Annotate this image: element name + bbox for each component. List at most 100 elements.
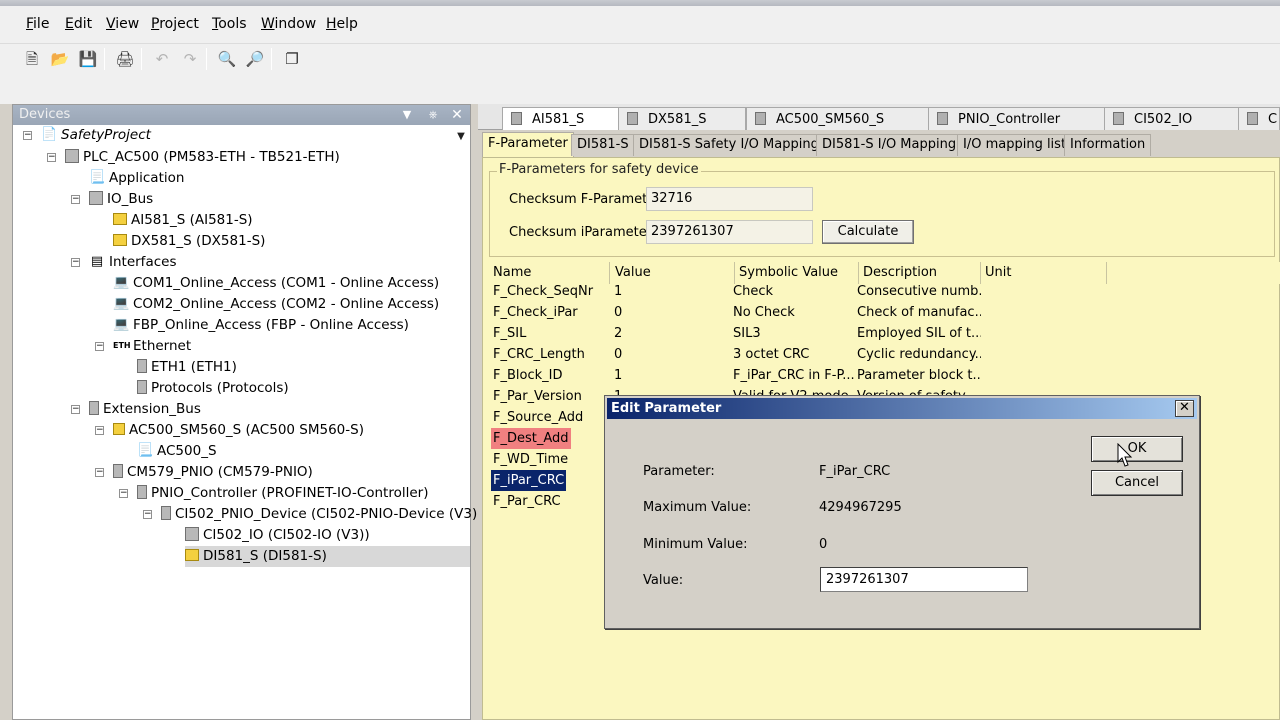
menu-help[interactable]: Help	[326, 16, 358, 32]
checksum-i-field: 2397261307	[646, 220, 813, 244]
collapse-icon[interactable]: −	[95, 342, 104, 351]
tab-io-mapping[interactable]: DI581-S I/O Mapping	[816, 134, 963, 156]
tab-device-icon	[755, 112, 766, 125]
collapse-icon[interactable]: −	[71, 258, 80, 267]
tree-item-ai581[interactable]: AI581_S (AI581-S)	[113, 210, 253, 231]
save-icon[interactable]: 💾	[78, 48, 98, 70]
f-parameters-group	[489, 171, 1275, 257]
close-icon[interactable]: ✕	[449, 105, 465, 125]
tree-item-com2[interactable]: 💻 COM2_Online_Access (COM2 - Online Acces…	[113, 294, 439, 315]
tree-item-di581[interactable]: DI581_S (DI581-S)	[185, 546, 470, 567]
tree-item-ac500-s[interactable]: 📃 AC500_S	[137, 441, 217, 462]
tab-overflow[interactable]: C	[1238, 107, 1280, 130]
collapse-icon[interactable]: −	[71, 405, 80, 414]
collapse-icon[interactable]: −	[143, 510, 152, 519]
find-replace-icon[interactable]: 🔎	[245, 48, 265, 70]
checksum-f-label: Checksum F-Parameter:	[509, 192, 665, 207]
tree-item-extension-bus[interactable]: Extension_Bus	[89, 399, 201, 420]
table-row[interactable]: F_Check_SeqNr 1 Check Consecutive numb...	[489, 281, 1009, 302]
tree-item-fbp[interactable]: 💻 FBP_Online_Access (FBP - Online Access)	[113, 315, 409, 336]
tab-information[interactable]: Information	[1064, 134, 1152, 156]
tree-item-ci502-io[interactable]: CI502_IO (CI502-IO (V3))	[185, 525, 370, 546]
table-row[interactable]: F_Check_iPar 0 No Check Check of manufac...	[489, 302, 1009, 323]
tab-ai581-s[interactable]: AI581_S	[502, 107, 624, 130]
table-row[interactable]: F_Block_ID 1 F_iPar_CRC in F-P... Parameter…	[489, 365, 1009, 386]
menu-view[interactable]: View	[106, 16, 139, 32]
tree-item-com1[interactable]: 💻 COM1_Online_Access (COM1 - Online Acces…	[113, 273, 439, 294]
redo-icon[interactable]: ↷	[180, 48, 200, 70]
ok-button[interactable]: OK	[1091, 436, 1183, 462]
tree-item-application[interactable]: 📃 Application	[89, 168, 184, 189]
online-access-icon: 💻	[113, 296, 130, 311]
undo-icon[interactable]: ↶	[152, 48, 172, 70]
value-input[interactable]	[820, 567, 1028, 592]
devices-panel: Devices ▼ ⎈ ✕ ▼ − 📄 SafetyProject − PLC_A…	[12, 104, 482, 720]
tree-item-io-bus[interactable]: IO_Bus	[89, 189, 153, 210]
port-icon	[137, 358, 147, 373]
tree-item-ethernet[interactable]: ETH Ethernet	[113, 336, 191, 357]
devices-panel-title: Devices	[19, 107, 71, 122]
tab-device-icon	[627, 112, 638, 125]
tree-item-safetyproject[interactable]: 📄 SafetyProject	[41, 125, 151, 146]
table-row[interactable]: F_CRC_Length 0 3 octet CRC Cyclic redundanc…	[489, 344, 1009, 365]
find-icon[interactable]: 🔍	[217, 48, 237, 70]
tab-ci502-io[interactable]: CI502_IO	[1104, 107, 1240, 130]
collapse-icon[interactable]: −	[23, 131, 32, 140]
interfaces-icon: ▤	[90, 254, 104, 269]
menu-project[interactable]: Project	[151, 16, 199, 32]
mouse-cursor-icon	[1117, 443, 1133, 467]
tree-item-interfaces[interactable]: ▤ Interfaces	[89, 252, 177, 273]
checksum-i-label: Checksum iParameter:	[509, 225, 657, 240]
dialog-title: Edit Parameter	[611, 401, 722, 416]
tree-item-eth1[interactable]: ETH1 (ETH1)	[137, 357, 237, 378]
tab-dx581-s[interactable]: DX581_S	[618, 107, 746, 130]
max-value: 4294967295	[819, 500, 902, 515]
value-label: Value:	[643, 573, 684, 588]
toolbar-separator	[206, 48, 207, 70]
collapse-icon[interactable]: −	[95, 468, 104, 477]
tab-di581-s[interactable]: DI581-S	[571, 134, 635, 156]
tree-item-dx581[interactable]: DX581_S (DX581-S)	[113, 231, 265, 252]
min-value-label: Minimum Value:	[643, 537, 748, 552]
tab-pnio-controller[interactable]: PNIO_Controller	[928, 107, 1106, 130]
module-icon	[185, 548, 199, 561]
max-value-label: Maximum Value:	[643, 500, 752, 515]
collapse-icon[interactable]: −	[71, 195, 80, 204]
bus-icon	[89, 400, 99, 415]
tree-item-ci502-device[interactable]: CI502_PNIO_Device (CI502-PNIO-Device (V3…	[161, 504, 482, 525]
tab-safety-io-mapping[interactable]: DI581-S Safety I/O Mapping	[633, 134, 825, 156]
menu-window[interactable]: Window	[261, 16, 316, 32]
device-icon	[161, 505, 171, 520]
tree-item-sm560[interactable]: AC500_SM560_S (AC500 SM560-S)	[113, 420, 364, 441]
collapse-icon[interactable]: −	[47, 153, 56, 162]
tree-item-protocols[interactable]: Protocols (Protocols)	[137, 378, 289, 399]
new-file-icon[interactable]: 🗎	[22, 48, 42, 70]
tree-item-pnio-controller[interactable]: PNIO_Controller (PROFINET-IO-Controller)	[137, 483, 429, 504]
tree-dropdown-icon[interactable]: ▼	[453, 127, 469, 147]
menu-edit[interactable]: Edit	[65, 16, 92, 32]
dialog-close-icon[interactable]: ✕	[1175, 400, 1194, 417]
open-folder-icon[interactable]: 📂	[50, 48, 70, 70]
collapse-icon[interactable]: −	[95, 426, 104, 435]
tab-f-parameter[interactable]: F-Parameter	[482, 132, 574, 157]
copy-window-icon[interactable]: ❐	[282, 48, 302, 70]
calculate-button[interactable]: Calculate	[822, 220, 914, 244]
menu-file[interactable]: File	[26, 16, 49, 32]
tab-ac500-sm560-s[interactable]: AC500_SM560_S	[746, 107, 930, 130]
panel-dropdown-icon[interactable]: ▼	[399, 105, 415, 125]
menu-bar: File Edit View Project Tools Window Help	[0, 6, 1280, 44]
online-access-icon: 💻	[113, 317, 130, 332]
comm-module-icon	[113, 463, 123, 478]
print-icon[interactable]: 🖨	[115, 48, 135, 70]
menu-tools[interactable]: Tools	[212, 16, 247, 32]
tab-io-mapping-list[interactable]: I/O mapping list	[957, 134, 1073, 156]
toolbar: 🗎 📂 💾 🖨 ↶ ↷ 🔍 🔎 ❐	[0, 44, 1280, 104]
table-row[interactable]: F_SIL 2 SIL3 Employed SIL of t...	[489, 323, 1009, 344]
cancel-button[interactable]: Cancel	[1091, 470, 1183, 496]
pin-icon[interactable]: ⎈	[425, 105, 441, 125]
application-icon: 📃	[137, 443, 154, 458]
tree-item-plc[interactable]: PLC_AC500 (PM583-ETH - TB521-ETH)	[65, 147, 340, 168]
collapse-icon[interactable]: −	[119, 489, 128, 498]
group-title: F-Parameters for safety device	[497, 162, 701, 177]
tree-item-cm579[interactable]: CM579_PNIO (CM579-PNIO)	[113, 462, 313, 483]
